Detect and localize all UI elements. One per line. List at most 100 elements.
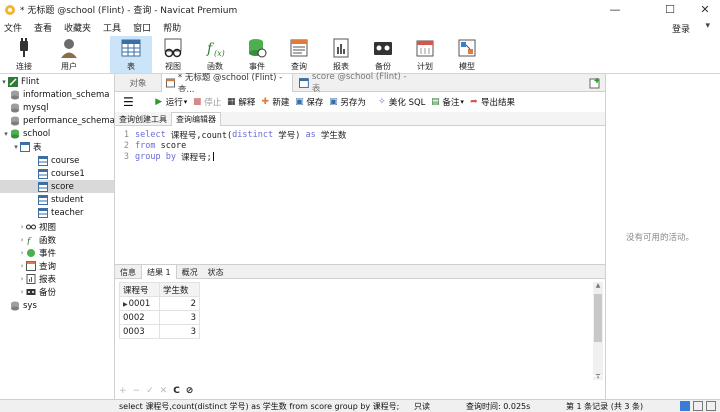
function-button[interactable]: f (x) 函数 (198, 36, 232, 73)
tab-table-score[interactable]: score @school (Flint) - 表 (295, 72, 420, 94)
table-row[interactable]: 0002 3 (119, 310, 200, 325)
expand-toggle-icon[interactable]: ▾ (0, 78, 8, 86)
tree-table-course[interactable]: course (0, 154, 114, 167)
form-view-icon[interactable] (693, 401, 703, 411)
tab-objects[interactable]: 对象 (115, 74, 161, 92)
tree-events-folder[interactable]: › 事件 (0, 246, 114, 259)
schedule-button[interactable]: 计划 (408, 36, 442, 73)
tab-info[interactable]: 信息 (115, 265, 141, 279)
menu-file[interactable]: 文件 (0, 21, 30, 34)
grid-cell[interactable]: 0003 (119, 324, 160, 339)
export-result-button[interactable]: ➦ 导出结果 (469, 96, 515, 108)
explain-button[interactable]: ▦ 解释 (226, 96, 255, 108)
tree-db-performance-schema[interactable]: performance_schema (0, 114, 114, 127)
grid-cell[interactable]: ▶0001 (119, 296, 160, 311)
close-button[interactable]: ✕ (690, 0, 720, 19)
expand-toggle-icon[interactable]: › (18, 236, 26, 244)
grid-view-icon[interactable] (680, 401, 690, 411)
menu-view[interactable]: 查看 (30, 21, 60, 34)
minimize-button[interactable]: — (600, 0, 630, 19)
add-record-icon[interactable]: + (119, 386, 127, 396)
table-button[interactable]: 表 (110, 36, 152, 73)
expand-toggle-icon[interactable]: › (18, 275, 26, 283)
refresh-icon[interactable]: C (173, 386, 180, 396)
tree-db-school[interactable]: ▾ school (0, 127, 114, 140)
tree-db-mysql[interactable]: mysql (0, 101, 114, 114)
table-icon (38, 168, 48, 179)
beautify-sql-button[interactable]: ✧ 美化 SQL (377, 96, 425, 108)
login-button[interactable]: 登录 (672, 22, 690, 35)
column-header[interactable]: 课程号 (119, 282, 160, 297)
table-icon (299, 78, 309, 88)
grid-header-row: 课程号 学生数 (119, 282, 200, 297)
tree-functions-folder[interactable]: › f 函数 (0, 233, 114, 246)
sql-editor[interactable]: 1 select 课程号,count(distinct 学号) as 学生数 2… (115, 126, 605, 264)
backup-button[interactable]: 备份 (366, 36, 400, 73)
table-row[interactable]: 0003 3 (119, 324, 200, 339)
tab-result-1[interactable]: 结果 1 (141, 265, 177, 279)
expand-toggle-icon[interactable]: › (18, 288, 26, 296)
maximize-button[interactable]: ☐ (655, 0, 685, 19)
expand-toggle-icon[interactable]: › (18, 262, 26, 270)
grid-cell[interactable]: 3 (159, 324, 200, 339)
tree-backups-folder[interactable]: › 备份 (0, 285, 114, 298)
tree-views-folder[interactable]: › 视图 (0, 220, 114, 233)
magic-wand-icon: ✧ (378, 97, 386, 107)
scroll-up-icon[interactable]: ▲ (593, 282, 603, 289)
stop-button[interactable]: ■ 停止 (192, 96, 221, 108)
tree-db-sys[interactable]: sys (0, 299, 114, 312)
tree-tables-folder[interactable]: ▾ 表 (0, 140, 114, 153)
menu-window[interactable]: 窗口 (129, 21, 159, 34)
menu-help[interactable]: 帮助 (159, 21, 189, 34)
tree-reports-folder[interactable]: › 报表 (0, 272, 114, 285)
hamburger-menu-icon[interactable]: ☰ (123, 95, 134, 109)
view-button[interactable]: 视图 (156, 36, 190, 73)
column-header[interactable]: 学生数 (159, 282, 200, 297)
expand-toggle-icon[interactable]: ▾ (2, 130, 10, 138)
tree-connection-flint[interactable]: ▾ Flint (0, 75, 114, 88)
tab-query-builder[interactable]: 查询创建工具 (115, 112, 171, 126)
tree-table-student[interactable]: student (0, 193, 114, 206)
tab-query-editor[interactable]: 查询编辑器 (171, 112, 221, 126)
query-button[interactable]: 查询 (282, 36, 316, 73)
run-button[interactable]: ▶ 运行 ▾ (154, 96, 187, 108)
tree-table-score[interactable]: score (0, 180, 114, 193)
report-button[interactable]: 报表 (324, 36, 358, 73)
table-row[interactable]: ▶0001 2 (119, 296, 200, 311)
add-tab-icon[interactable] (589, 77, 601, 89)
apply-changes-icon[interactable]: ✓ (146, 386, 154, 396)
tree-table-teacher[interactable]: teacher (0, 206, 114, 219)
grid-cell[interactable]: 2 (159, 296, 200, 311)
grid-cell[interactable]: 0002 (119, 310, 160, 325)
delete-record-icon[interactable]: − (133, 386, 141, 396)
menu-favorites[interactable]: 收藏夹 (60, 21, 99, 34)
text-view-icon[interactable] (706, 401, 716, 411)
event-button[interactable]: 事件 (240, 36, 274, 73)
tab-query[interactable]: * 无标题 @school (Flint) - 查... (161, 73, 293, 95)
editor-mode-tabs: 查询创建工具 查询编辑器 (115, 112, 605, 126)
menu-tools[interactable]: 工具 (99, 21, 129, 34)
main-toolbar: 连接 用户 表 视图 f (x) 函数 事件 查询 报表 备份 计划 模型 (0, 35, 720, 74)
vertical-scrollbar[interactable]: ▲ ▼ (593, 282, 603, 380)
save-button[interactable]: ▣ 保存 (294, 96, 323, 108)
tree-queries-folder[interactable]: › 查询 (0, 259, 114, 272)
model-button[interactable]: 模型 (450, 36, 484, 73)
note-button[interactable]: ▤ 备注 ▾ (430, 96, 464, 108)
new-button[interactable]: ✚ 新建 (260, 96, 290, 108)
expand-toggle-icon[interactable]: › (18, 223, 26, 231)
tree-table-course1[interactable]: course1 (0, 167, 114, 180)
stop-refresh-icon[interactable]: ⊘ (186, 386, 194, 396)
discard-changes-icon[interactable]: ✕ (160, 386, 168, 396)
expand-toggle-icon[interactable]: ▾ (12, 143, 20, 151)
connect-button[interactable]: 连接 (8, 36, 40, 73)
stop-icon: ■ (193, 97, 202, 107)
tab-status[interactable]: 状态 (203, 265, 229, 279)
grid-cell[interactable]: 3 (159, 310, 200, 325)
tab-profile[interactable]: 概况 (177, 265, 203, 279)
chevron-down-icon[interactable]: ▾ (705, 21, 710, 31)
user-button[interactable]: 用户 (52, 36, 86, 73)
expand-toggle-icon[interactable]: › (18, 249, 26, 257)
scrollbar-thumb[interactable] (594, 294, 602, 342)
save-as-button[interactable]: ▣ 另存为 (328, 96, 366, 108)
tree-db-information-schema[interactable]: information_schema (0, 88, 114, 101)
